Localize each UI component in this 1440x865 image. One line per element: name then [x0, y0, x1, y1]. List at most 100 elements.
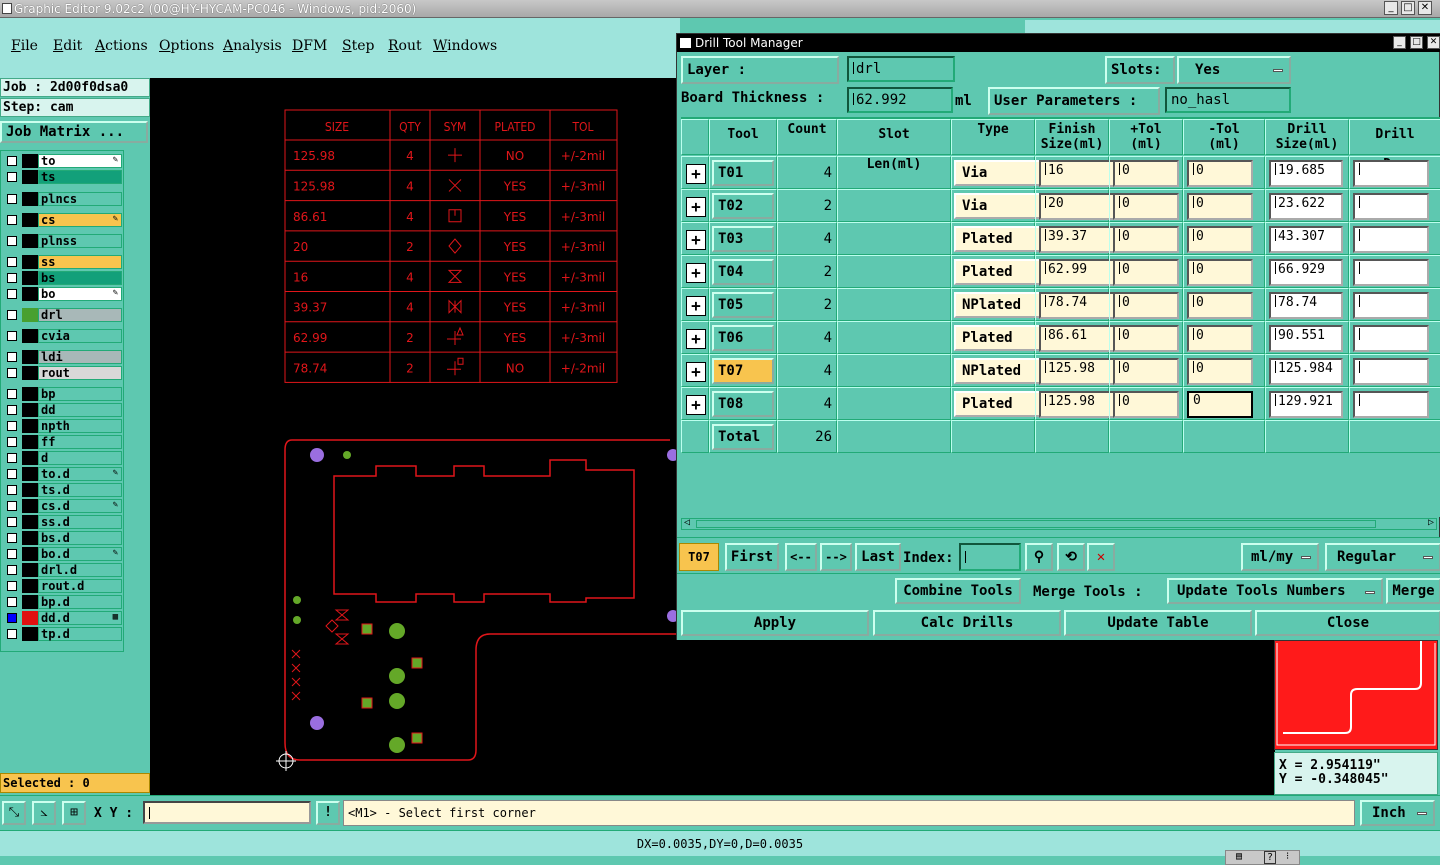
- drill-input[interactable]: 19.685: [1269, 160, 1343, 187]
- scroll-left-icon[interactable]: ◁: [684, 517, 690, 528]
- more-icon[interactable]: ⁝: [1286, 851, 1289, 862]
- menu-analysis[interactable]: Analysis: [223, 38, 282, 54]
- job-matrix-button[interactable]: Job Matrix ...: [0, 121, 148, 143]
- help-icon[interactable]: ?: [1264, 851, 1277, 864]
- layer-checkbox[interactable]: [7, 437, 17, 447]
- layer-checkbox[interactable]: [7, 421, 17, 431]
- exclamation-button[interactable]: !: [316, 801, 340, 825]
- snap-grid-icon[interactable]: ⊞: [62, 801, 86, 825]
- menu-windows[interactable]: Windows: [433, 38, 497, 54]
- layer-checkbox[interactable]: [7, 597, 17, 607]
- maximize-icon[interactable]: □: [1401, 1, 1415, 15]
- layer-row-d[interactable]: d: [4, 451, 122, 465]
- layer-name[interactable]: cvia: [38, 329, 122, 343]
- finish-input[interactable]: 86.61: [1039, 325, 1115, 352]
- layer-row-ldi[interactable]: ldi: [4, 350, 122, 364]
- layer-row-ts-d[interactable]: ts.d: [4, 483, 122, 497]
- layer-name[interactable]: tp.d: [38, 627, 122, 641]
- layer-row-cs[interactable]: cs ✎: [4, 213, 122, 227]
- expand-icon[interactable]: +: [686, 329, 706, 349]
- dialog-minimize-icon[interactable]: _: [1393, 36, 1406, 49]
- finish-input[interactable]: 125.98: [1039, 391, 1115, 418]
- drill-input[interactable]: 129.921: [1269, 391, 1343, 418]
- tool-button[interactable]: T07: [712, 358, 774, 384]
- layer-row-ss-d[interactable]: ss.d: [4, 515, 122, 529]
- user-params-field[interactable]: no_hasl: [1165, 87, 1291, 113]
- layer-checkbox[interactable]: [7, 156, 17, 166]
- ptol-input[interactable]: 0: [1113, 292, 1179, 319]
- units-select[interactable]: ml/my: [1241, 543, 1319, 571]
- layer-row-to[interactable]: to ✎: [4, 154, 122, 168]
- menu-edit[interactable]: Edit: [53, 38, 82, 54]
- slots-select[interactable]: Yes: [1177, 56, 1291, 84]
- mtol-input[interactable]: 0: [1187, 193, 1253, 220]
- mtol-input[interactable]: 0: [1187, 259, 1253, 286]
- layer-checkbox[interactable]: [7, 236, 17, 246]
- zoom-window-icon[interactable]: ⤡: [2, 801, 26, 825]
- layer-name[interactable]: cs: [38, 213, 122, 227]
- finish-input[interactable]: 125.98: [1039, 358, 1115, 385]
- layer-row-to-d[interactable]: to.d ✎: [4, 467, 122, 481]
- menu-options[interactable]: Options: [159, 38, 214, 54]
- layer-row-tp-d[interactable]: tp.d: [4, 627, 122, 641]
- menu-step[interactable]: Step: [342, 38, 374, 54]
- units-inch-select[interactable]: Inch: [1360, 800, 1435, 826]
- layer-row-ts[interactable]: ts: [4, 170, 122, 184]
- drill-des-input[interactable]: [1353, 292, 1429, 319]
- finish-input[interactable]: 78.74: [1039, 292, 1115, 319]
- ptol-input[interactable]: 0: [1113, 325, 1179, 352]
- print-icon[interactable]: ▤: [1236, 851, 1242, 862]
- layer-checkbox[interactable]: [7, 405, 17, 415]
- layer-name[interactable]: plncs: [38, 192, 122, 206]
- layer-row-cvia[interactable]: cvia: [4, 329, 122, 343]
- layer-checkbox[interactable]: [7, 629, 17, 639]
- calc-drills-button[interactable]: Calc Drills: [873, 610, 1061, 636]
- layer-checkbox[interactable]: [7, 549, 17, 559]
- mtol-input[interactable]: 0: [1187, 325, 1253, 352]
- tool-button[interactable]: T06: [712, 325, 774, 351]
- overview-map[interactable]: [1274, 640, 1438, 750]
- layer-name[interactable]: bp.d: [38, 595, 122, 609]
- mtol-input[interactable]: 0: [1187, 358, 1253, 385]
- layer-name[interactable]: bp: [38, 387, 122, 401]
- layer-name[interactable]: dd: [38, 403, 122, 417]
- layer-name[interactable]: npth: [38, 419, 122, 433]
- update-table-button[interactable]: Update Table: [1064, 610, 1252, 636]
- apply-button[interactable]: Apply: [681, 610, 869, 636]
- expand-icon[interactable]: +: [686, 197, 706, 217]
- layer-row-dd[interactable]: dd: [4, 403, 122, 417]
- expand-icon[interactable]: +: [686, 296, 706, 316]
- layer-checkbox[interactable]: [7, 517, 17, 527]
- update-numbers-select[interactable]: Update Tools Numbers: [1167, 578, 1383, 604]
- drill-des-input[interactable]: [1353, 325, 1429, 352]
- ptol-input[interactable]: 0: [1113, 259, 1179, 286]
- layer-row-bs[interactable]: bs: [4, 271, 122, 285]
- layer-checkbox[interactable]: [7, 257, 17, 267]
- dialog-close-icon[interactable]: ✕: [1427, 36, 1440, 49]
- layer-name[interactable]: ts: [38, 170, 122, 184]
- drill-des-input[interactable]: [1353, 358, 1429, 385]
- expand-icon[interactable]: +: [686, 263, 706, 283]
- ptol-input[interactable]: 0: [1113, 193, 1179, 220]
- first-button[interactable]: First: [725, 543, 779, 571]
- layer-name[interactable]: cs.d: [38, 499, 122, 513]
- dialog-maximize-icon[interactable]: □: [1410, 36, 1423, 49]
- layer-checkbox[interactable]: [7, 453, 17, 463]
- mtol-input[interactable]: 0: [1187, 292, 1253, 319]
- layer-row-bo-d[interactable]: bo.d ✎: [4, 547, 122, 561]
- layer-row-ff[interactable]: ff: [4, 435, 122, 449]
- layer-row-plnss[interactable]: plnss: [4, 234, 122, 248]
- finish-input[interactable]: 16: [1039, 160, 1115, 187]
- graphics-canvas[interactable]: SIZE QTY SYM PLATED TOL 125.98 4 NO +/-2mil 125.9…: [150, 78, 680, 795]
- layer-row-plncs[interactable]: plncs: [4, 192, 122, 206]
- drill-des-input[interactable]: [1353, 193, 1429, 220]
- prev-button[interactable]: <--: [785, 543, 817, 571]
- layer-checkbox[interactable]: [7, 485, 17, 495]
- merge-button[interactable]: Merge: [1386, 578, 1440, 604]
- mtol-input[interactable]: 0: [1187, 226, 1253, 253]
- finish-input[interactable]: 39.37: [1039, 226, 1115, 253]
- layer-checkbox[interactable]: [7, 273, 17, 283]
- thickness-field[interactable]: 62.992: [847, 87, 953, 113]
- layer-checkbox[interactable]: [7, 172, 17, 182]
- layer-name[interactable]: rout.d: [38, 579, 122, 593]
